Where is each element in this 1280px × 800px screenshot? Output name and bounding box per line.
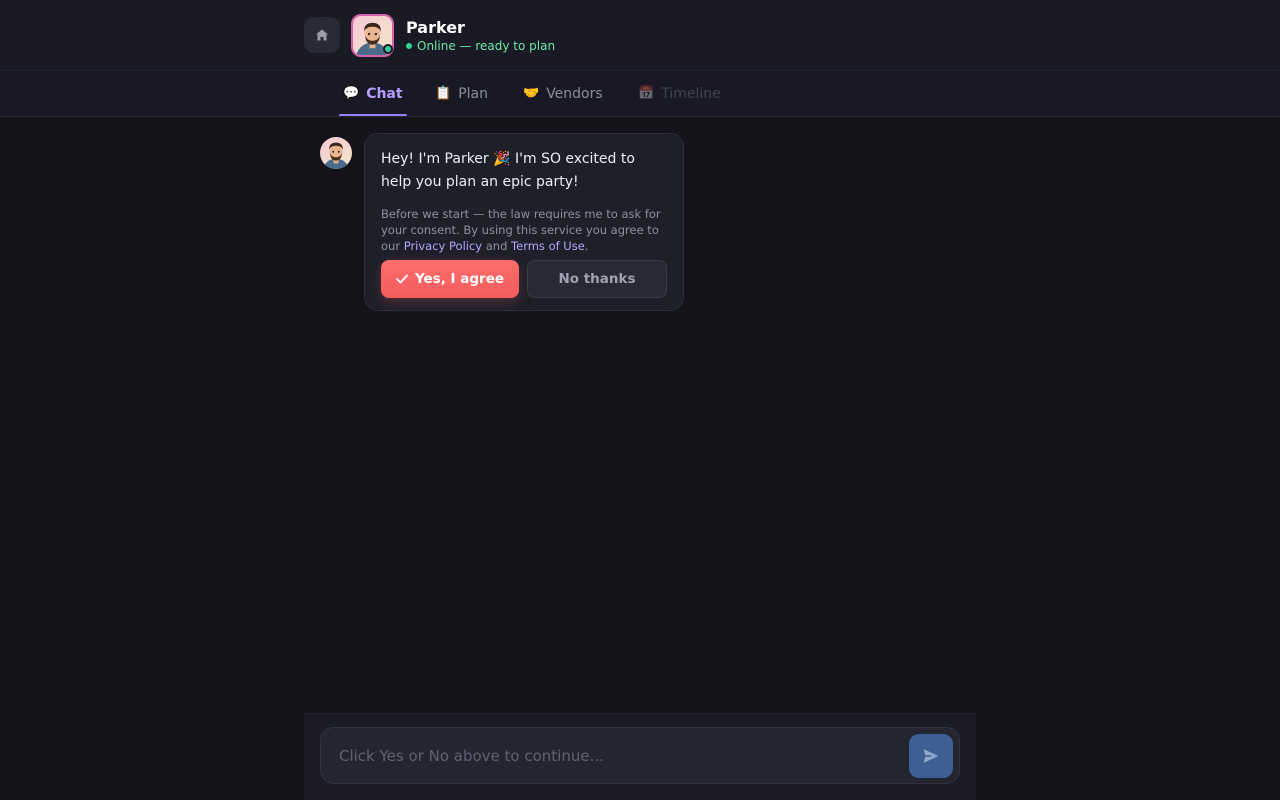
consent-and: and xyxy=(482,239,512,253)
status-text: Online — ready to plan xyxy=(417,39,556,53)
tab-timeline[interactable]: 📅 Timeline xyxy=(638,71,721,116)
send-icon xyxy=(923,749,939,763)
privacy-policy-link[interactable]: Privacy Policy xyxy=(404,239,482,253)
consent-text: Before we start — the law requires me to… xyxy=(381,206,667,254)
online-indicator xyxy=(383,44,393,54)
composer xyxy=(304,713,976,800)
assistant-name: Parker xyxy=(406,18,465,37)
speech-bubble-icon: 💬 xyxy=(343,86,360,101)
tab-label: Vendors xyxy=(546,85,603,102)
checkmark-icon xyxy=(396,274,408,284)
message-input-container xyxy=(320,727,960,784)
assistant-status: Online — ready to plan xyxy=(406,39,555,53)
clipboard-icon: 📋 xyxy=(435,86,452,101)
agree-button-label: Yes, I agree xyxy=(414,271,505,287)
terms-of-use-link[interactable]: Terms of Use xyxy=(511,239,585,253)
parker-avatar-image xyxy=(322,142,350,169)
home-button[interactable] xyxy=(304,17,340,53)
home-icon xyxy=(316,29,328,41)
tab-label: Chat xyxy=(366,85,403,102)
consent-suffix: . xyxy=(584,239,589,253)
tab-vendors[interactable]: 🤝 Vendors xyxy=(523,71,603,116)
calendar-icon: 📅 xyxy=(638,86,655,101)
tab-label: Plan xyxy=(458,85,488,102)
tab-label: Timeline xyxy=(661,85,721,102)
decline-button[interactable]: No thanks xyxy=(527,260,667,298)
greeting-text: Hey! I'm Parker 🎉 I'm SO excited to help… xyxy=(381,151,635,190)
tab-chat[interactable]: 💬 Chat xyxy=(339,71,407,116)
send-button[interactable] xyxy=(909,734,953,778)
status-dot-icon xyxy=(406,43,412,49)
agree-button[interactable]: Yes, I agree xyxy=(381,260,519,298)
app-header: Parker Online — ready to plan xyxy=(0,0,1280,71)
message-input[interactable] xyxy=(339,728,899,783)
assistant-message: Hey! I'm Parker 🎉 I'm SO excited to help… xyxy=(364,133,684,311)
tab-bar: 💬 Chat 📋 Plan 🤝 Vendors 📅 Timeline xyxy=(0,71,1280,117)
message-avatar xyxy=(320,137,352,169)
tab-plan[interactable]: 📋 Plan xyxy=(435,71,488,116)
handshake-icon: 🤝 xyxy=(523,86,540,101)
consent-buttons: Yes, I agree No thanks xyxy=(381,260,667,298)
